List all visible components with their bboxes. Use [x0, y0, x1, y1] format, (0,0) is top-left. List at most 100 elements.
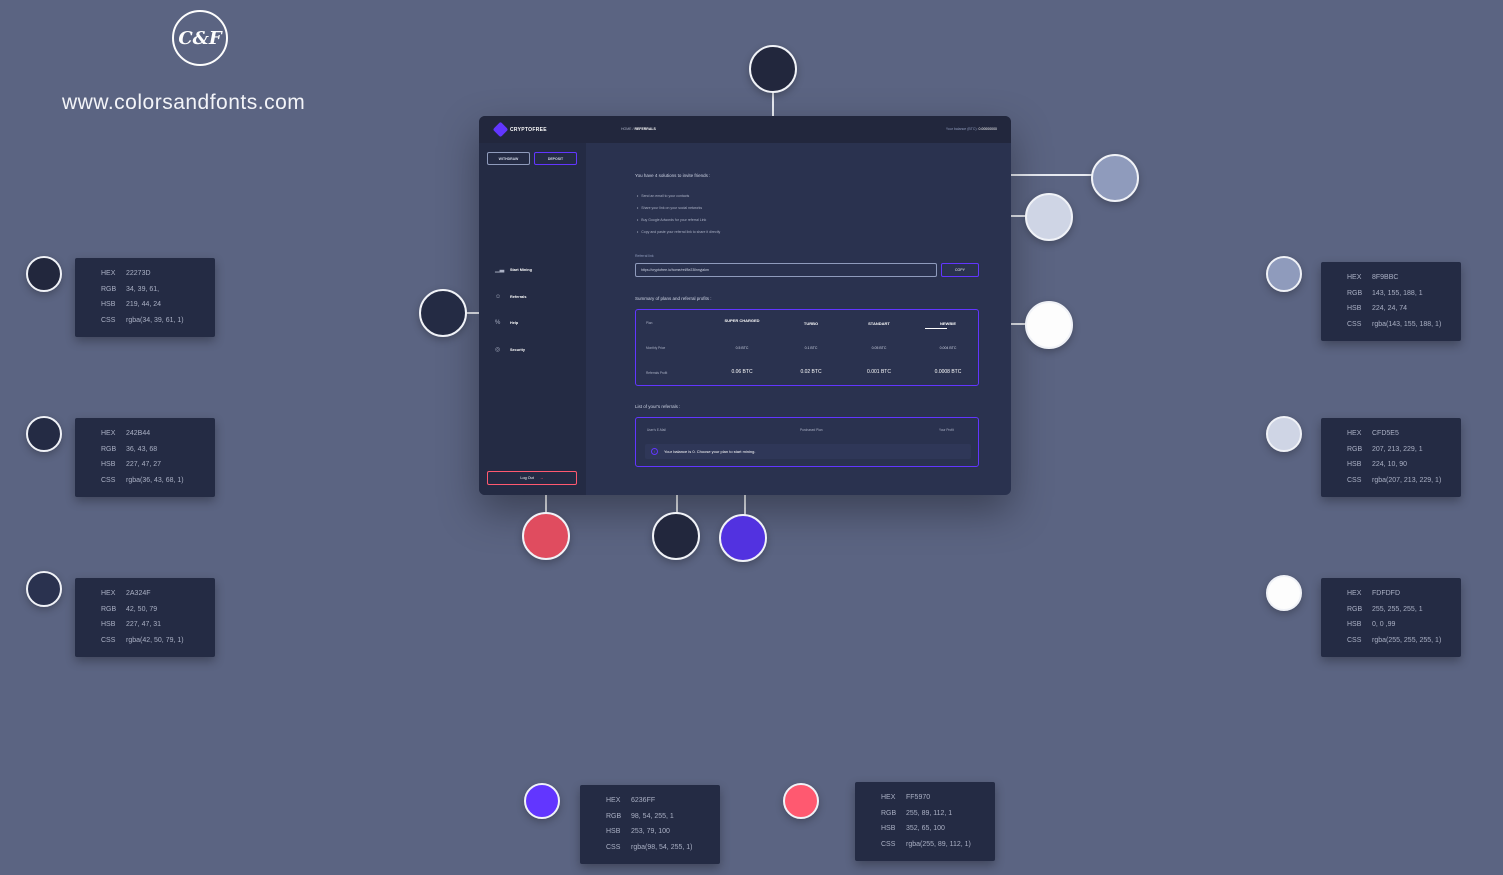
invite-options-list: Send an email to your contacts Share you… — [637, 190, 720, 238]
empty-balance-notice: i Your balance is 0. Choose your plan to… — [645, 444, 971, 459]
color-css: rgba(36, 43, 68, 1) — [126, 476, 184, 484]
color-swatch — [524, 783, 560, 819]
referral-link-field[interactable]: https://cryptofree.io/home/ref/8e23llnny… — [635, 263, 937, 277]
card-key: CSS — [101, 476, 116, 484]
color-hsb: 224, 10, 90 — [1372, 461, 1408, 468]
swatch-callout-invite-list — [1025, 193, 1073, 241]
breadcrumb-home[interactable]: HOME / — [621, 127, 633, 131]
swatch-callout-bottom-purple — [719, 514, 767, 562]
table-cell: 0.0008 BTC — [934, 369, 962, 375]
color-hex: FDFDFD — [1372, 590, 1400, 597]
color-card: HEX 6236FF RGB 98, 54, 255, 1 HSB 253, 79, … — [580, 785, 720, 864]
users-icon: ☺ — [495, 294, 502, 300]
color-hex: 22273D — [126, 270, 151, 277]
summary-title: Summary of plans and referral profits : — [635, 296, 712, 301]
app-brand[interactable]: CRYPTOFREE — [492, 121, 547, 138]
color-css: rgba(207, 213, 229, 1) — [1372, 476, 1442, 484]
color-hex: 242B44 — [126, 430, 151, 437]
color-card: HEX 22273D RGB 34, 39, 61, HSB 219, 44, 24 … — [75, 258, 215, 337]
table-cell: 0.004 BTC — [939, 346, 957, 350]
table-cell: 0.06 BTC — [731, 369, 753, 375]
copy-button[interactable]: COPY — [941, 263, 979, 277]
color-rgb: 36, 43, 68 — [126, 445, 158, 453]
color-hsb: 253, 79, 100 — [631, 828, 670, 835]
info-icon: i — [651, 448, 658, 455]
sidebar-item-help[interactable]: % Help — [495, 320, 518, 326]
app-name: CRYPTOFREE — [510, 126, 547, 133]
color-css: rgba(143, 155, 188, 1) — [1372, 320, 1442, 328]
table-header: User's E-Mail — [647, 428, 666, 432]
card-key: RGB — [101, 285, 117, 293]
selected-plan-underline — [925, 328, 947, 329]
color-card: HEX FDFDFD RGB 255, 255, 255, 1 HSB 0, 0 ,9… — [1321, 578, 1461, 657]
logout-button[interactable]: Log Out → — [487, 471, 577, 485]
referrals-list-title: List of your's referrals : — [635, 404, 681, 409]
table-header: TURBO — [803, 321, 819, 326]
swatch-callout-top — [749, 45, 797, 93]
card-key: HEX — [1347, 430, 1362, 437]
balance-value: 0.00000000 — [978, 127, 998, 131]
color-rgb: 34, 39, 61, — [126, 285, 160, 293]
card-key: CSS — [1347, 476, 1362, 484]
sidebar: WITHDRAW DEPOSIT ▁▃ Start Mining ☺ Refer… — [479, 143, 586, 495]
table-cell: 0.05 BTC — [871, 346, 887, 350]
app-window: CRYPTOFREE HOME / REFERRALS Your balance… — [479, 116, 1011, 495]
sidebar-item-security[interactable]: ◎ Security — [495, 347, 525, 353]
table-cell: Monthly Price — [646, 346, 666, 350]
color-swatch — [1266, 416, 1302, 452]
card-key: HEX — [101, 270, 116, 277]
color-hsb: 0, 0 ,99 — [1372, 621, 1396, 628]
plans-table: Plan SUPER CHARGED TURBO STANDART NEWBIE… — [635, 309, 979, 386]
list-item: Buy Google Adwords for your referral Lin… — [637, 214, 720, 226]
table-header: STANDART — [868, 321, 890, 326]
sidebar-item-start-mining[interactable]: ▁▃ Start Mining — [495, 267, 532, 273]
color-rgb: 143, 155, 188, 1 — [1372, 289, 1423, 297]
color-rgb: 42, 50, 79 — [126, 605, 158, 613]
card-key: HSB — [1347, 461, 1362, 468]
color-hsb: 352, 65, 100 — [906, 825, 945, 832]
swatch-callout-logout — [522, 512, 570, 560]
color-rgb: 207, 213, 229, 1 — [1372, 445, 1423, 453]
card-key: RGB — [881, 809, 897, 817]
table-header: SUPER CHARGED — [724, 318, 760, 323]
card-key: HSB — [1347, 621, 1362, 628]
card-key: RGB — [1347, 445, 1363, 453]
card-key: HEX — [606, 797, 621, 804]
card-key: RGB — [101, 605, 117, 613]
referrals-table: User's E-Mail Purchased Plan Your Profit… — [635, 417, 979, 467]
card-key: HEX — [101, 430, 116, 437]
color-hsb: 227, 47, 31 — [126, 621, 162, 628]
table-header: NEWBIE — [940, 321, 956, 326]
cube-icon — [492, 121, 509, 138]
card-key: CSS — [101, 636, 116, 644]
site-url: www.colorsandfonts.com — [62, 91, 306, 114]
color-card: HEX 242B44 RGB 36, 43, 68 HSB 227, 47, 27 C… — [75, 418, 215, 497]
table-header: Your Profit — [939, 428, 954, 432]
color-swatch — [26, 256, 62, 292]
card-key: HEX — [881, 794, 896, 801]
withdraw-button[interactable]: WITHDRAW — [487, 152, 530, 165]
color-swatch — [783, 783, 819, 819]
card-key: HEX — [101, 590, 116, 597]
color-hsb: 224, 24, 74 — [1372, 305, 1408, 312]
table-cell: 0.001 BTC — [867, 369, 891, 375]
color-hex: FF5970 — [906, 794, 931, 801]
color-card: HEX CFD5E5 RGB 207, 213, 229, 1 HSB 224, 10… — [1321, 418, 1461, 497]
logout-arrow-icon: → — [539, 476, 544, 480]
brand-logo-text: C&F — [178, 27, 222, 49]
balance-display: Your balance (BTC): 0.00000000 — [946, 127, 997, 131]
sidebar-item-referrals[interactable]: ☺ Referrals — [495, 294, 526, 300]
table-header: Plan — [646, 321, 653, 325]
deposit-button[interactable]: DEPOSIT — [534, 152, 577, 165]
table-cell: Referrals Profit — [646, 371, 668, 375]
card-key: HEX — [1347, 274, 1362, 281]
list-item: Copy and paste your referral link to sha… — [637, 226, 720, 238]
connector-left-sidebar — [466, 312, 480, 314]
connector-top — [772, 90, 774, 116]
swatch-callout-sidebar — [419, 289, 467, 337]
color-swatch — [1266, 256, 1302, 292]
color-rgb: 255, 89, 112, 1 — [906, 809, 953, 817]
card-key: HSB — [1347, 305, 1362, 312]
color-hsb: 227, 47, 27 — [126, 461, 162, 468]
card-key: HSB — [881, 825, 896, 832]
